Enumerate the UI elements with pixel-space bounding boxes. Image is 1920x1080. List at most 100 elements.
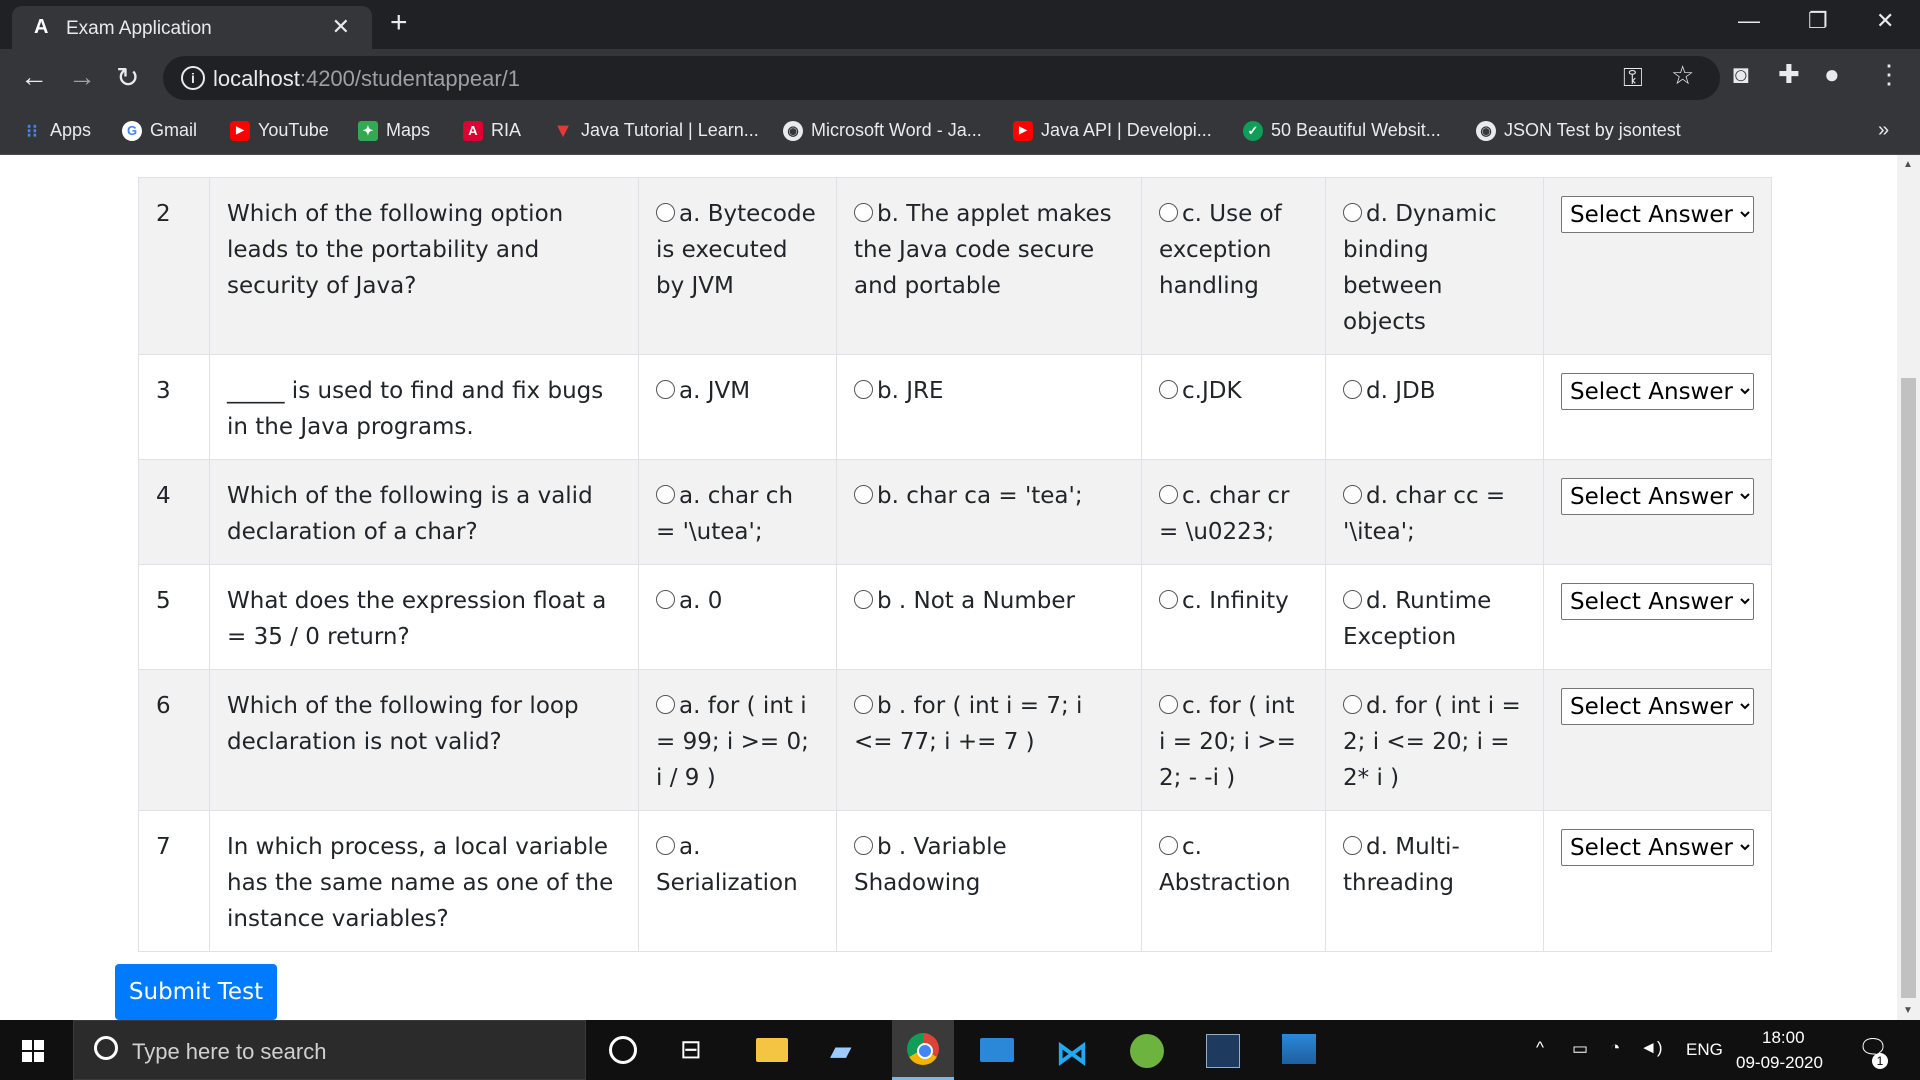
mail-icon[interactable] [980,1038,1014,1062]
radio-d[interactable] [1343,485,1362,504]
option-d-cell: d. Multi-threading [1325,810,1544,952]
radio-c[interactable] [1159,695,1178,714]
bookmark-microsoft-word[interactable]: ◉ Microsoft Word - Ja... [783,107,982,154]
vscode-icon[interactable]: ⋈ [1056,1034,1088,1071]
wifi-icon[interactable]: ◔ [1610,1038,1620,1058]
option-b-cell: b. char ca = 'tea'; [836,459,1142,565]
battery-icon[interactable]: ▭ [1572,1039,1588,1059]
chrome-taskbar-button[interactable] [892,1020,954,1080]
angular-icon: A [34,16,49,38]
answer-select[interactable]: Select Answer [1561,373,1754,410]
network-app-icon[interactable] [1206,1034,1240,1068]
task-view-icon[interactable]: ⊟ [680,1034,712,1066]
radio-b[interactable] [854,485,873,504]
radio-d[interactable] [1343,836,1362,855]
bookmark-java-tutorial[interactable]: ▼ Java Tutorial | Learn... [553,107,759,154]
question-number: 5 [156,588,171,614]
radio-c[interactable] [1159,380,1178,399]
close-tab-icon[interactable]: ✕ [332,14,350,40]
radio-c[interactable] [1159,590,1178,609]
language-indicator[interactable]: ENG [1686,1040,1723,1060]
scrollbar-thumb[interactable] [1901,378,1916,998]
radio-d[interactable] [1343,695,1362,714]
close-window-icon[interactable]: ✕ [1876,8,1894,34]
question-number: 7 [156,834,171,860]
page-scrollbar[interactable]: ▲ ▼ [1897,155,1920,1020]
bookmark-beautiful-websites[interactable]: ✓ 50 Beautiful Websit... [1243,107,1441,154]
scroll-down-icon[interactable]: ▼ [1903,1005,1913,1016]
answer-select-cell: Select Answer [1543,459,1772,565]
more-bookmarks-icon[interactable]: » [1878,107,1889,154]
radio-c[interactable] [1159,485,1178,504]
menu-kebab-icon[interactable]: ⋮ [1876,59,1902,90]
file-explorer-icon[interactable] [756,1038,788,1062]
answer-select[interactable]: Select Answer [1561,583,1754,620]
address-bar[interactable]: i localhost:4200/studentappear/1 ⚿ ☆ [163,56,1720,100]
clock-date[interactable]: 09-09-2020 [1736,1053,1823,1073]
cortana-icon[interactable] [609,1036,637,1064]
clock-time[interactable]: 18:00 [1762,1028,1805,1048]
radio-a[interactable] [656,203,675,222]
radio-a[interactable] [656,695,675,714]
answer-select[interactable]: Select Answer [1561,478,1754,515]
new-tab-icon[interactable]: + [390,6,408,40]
radio-d[interactable] [1343,203,1362,222]
search-input[interactable]: Type here to search [132,1039,326,1065]
question-text-cell: What does the expression float a = 35 / … [209,564,639,670]
photos-icon[interactable] [1282,1034,1316,1064]
bookmark-youtube[interactable]: ▶ YouTube [230,107,329,154]
radio-d[interactable] [1343,590,1362,609]
radio-c[interactable] [1159,203,1178,222]
option-d: d. char cc = '\itea'; [1343,483,1506,545]
radio-a[interactable] [656,485,675,504]
radio-b[interactable] [854,590,873,609]
bookmark-json-test[interactable]: ◉ JSON Test by jsontest [1476,107,1681,154]
tray-overflow-icon[interactable]: ^ [1536,1038,1544,1058]
option-d: d. JDB [1366,378,1436,404]
radio-b[interactable] [854,203,873,222]
radio-c[interactable] [1159,836,1178,855]
volume-icon[interactable]: ◄) [1640,1038,1663,1058]
browser-tab[interactable]: A Exam Application ✕ [12,6,372,49]
answer-select[interactable]: Select Answer [1561,688,1754,725]
remote-desktop-icon[interactable]: ▰ [830,1034,862,1066]
info-icon[interactable]: i [181,66,205,90]
questions-table: 2 Which of the following option leads to … [138,177,1772,952]
spring-tool-icon[interactable] [1130,1034,1164,1068]
bookmark-ria[interactable]: A RIA [463,107,521,154]
option-b-cell: b . for ( int i = 7; i <= 77; i += 7 ) [836,669,1142,811]
bookmark-java-api[interactable]: ▶ Java API | Developi... [1013,107,1212,154]
radio-a[interactable] [656,380,675,399]
question-number-cell: 7 [138,810,210,952]
bookmark-star-icon[interactable]: ☆ [1671,60,1694,91]
radio-b[interactable] [854,836,873,855]
extensions-puzzle-icon[interactable]: ✚ [1778,59,1800,90]
camera-extension-icon[interactable]: ◙ [1733,59,1749,90]
radio-b[interactable] [854,380,873,399]
radio-a[interactable] [656,836,675,855]
scroll-up-icon[interactable]: ▲ [1903,159,1913,170]
minimize-icon[interactable]: — [1738,8,1760,34]
restore-icon[interactable]: ❐ [1808,8,1828,34]
option-a-cell: a. Serialization [638,810,837,952]
radio-d[interactable] [1343,380,1362,399]
taskbar-search[interactable]: Type here to search [73,1020,586,1080]
reload-icon[interactable]: ↻ [116,61,139,94]
submit-test-button[interactable]: Submit Test [115,964,277,1020]
radio-b[interactable] [854,695,873,714]
back-icon[interactable]: ← [20,61,48,93]
bookmark-maps[interactable]: ✦ Maps [358,107,430,154]
answer-select[interactable]: Select Answer [1561,829,1754,866]
option-a: a. char ch = '\utea'; [656,483,794,545]
question-text: Which of the following for loop declarat… [227,693,579,755]
url-text: localhost:4200/studentappear/1 [213,66,521,91]
answer-select[interactable]: Select Answer [1561,196,1754,233]
radio-a[interactable] [656,590,675,609]
windows-start-icon[interactable] [22,1040,44,1062]
forward-icon[interactable]: → [68,61,96,93]
bookmark-gmail[interactable]: G Gmail [122,107,197,154]
question-row: 2 Which of the following option leads to … [138,177,1772,355]
key-icon[interactable]: ⚿ [1623,62,1643,94]
bookmark-apps[interactable]: ⁝⁝ Apps [22,107,91,154]
profile-avatar-icon[interactable]: ● [1824,59,1840,90]
